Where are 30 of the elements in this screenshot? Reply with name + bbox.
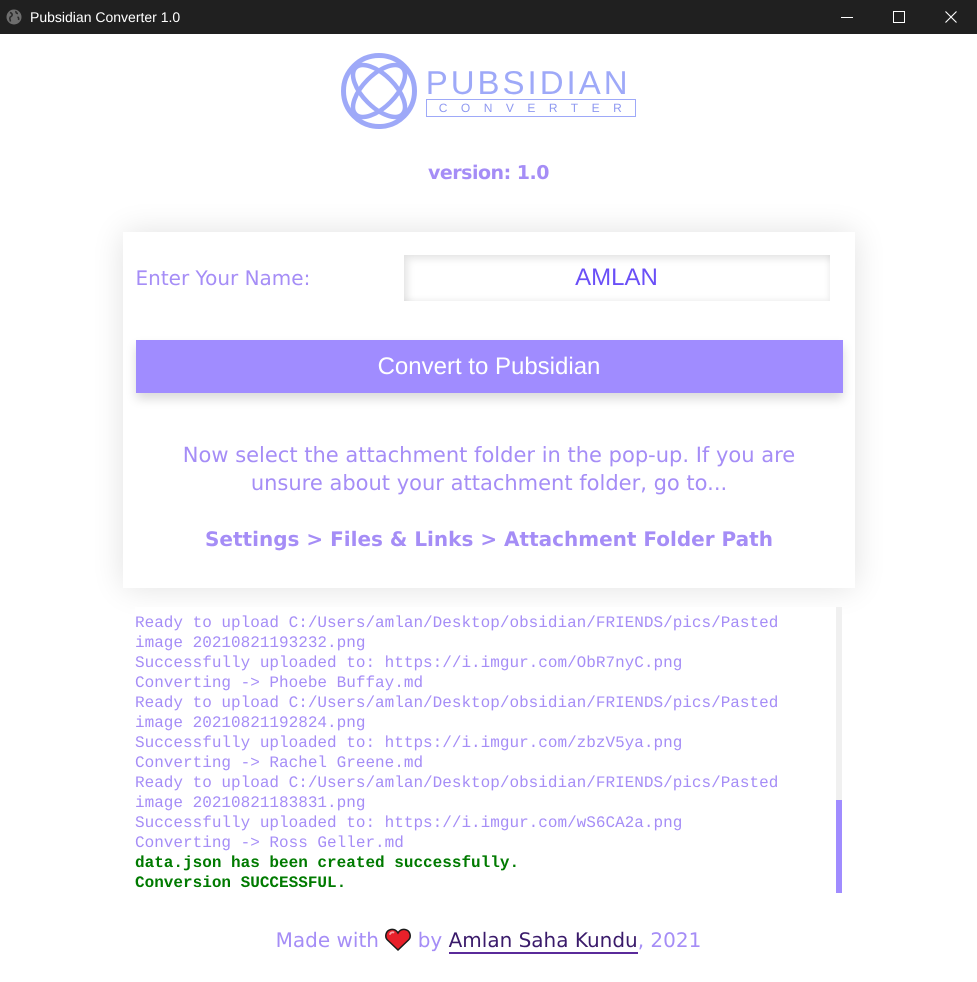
log-line: Conversion SUCCESSFUL. bbox=[135, 873, 348, 893]
log-line: data.json has been created successfully. bbox=[135, 853, 520, 873]
log-line: Converting -> Phoebe Buffay.md bbox=[135, 673, 424, 693]
scrollbar-track[interactable] bbox=[836, 607, 842, 893]
log-line: Ready to upload C:/Users/amlan/Desktop/obsidian/FRIENDS/pics/Pasted image 20210821192824.png bbox=[135, 693, 780, 733]
log-line: Ready to upload C:/Users/amlan/Desktop/obsidian/FRIENDS/pics/Pasted image 20210821183831.png bbox=[135, 773, 780, 813]
version-label: version: 1.0 bbox=[428, 161, 549, 186]
scrollbar-thumb[interactable] bbox=[836, 800, 842, 893]
log-line: Ready to upload C:/Users/amlan/Desktop/obsidian/FRIENDS/pics/Pasted image 20210821193232.png bbox=[135, 613, 780, 653]
convert-button[interactable]: Convert to Pubsidian bbox=[136, 340, 842, 393]
log-line: Successfully uploaded to: https://i.imgur.com/wS6CA2a.png bbox=[135, 813, 684, 833]
name-label: Enter Your Name: bbox=[136, 266, 312, 290]
author-link[interactable]: Amlan Saha Kundu bbox=[448, 928, 638, 954]
orbit-globe-icon bbox=[340, 53, 417, 129]
settings-path-text: Settings > Files & Links > Attachment Folder Path bbox=[205, 526, 773, 553]
heart-icon bbox=[385, 928, 412, 951]
log-line: Converting -> Ross Geller.md bbox=[135, 833, 405, 853]
log-line: Converting -> Rachel Greene.md bbox=[135, 753, 424, 773]
globe-icon bbox=[6, 9, 22, 25]
logo-subtitle: CONVERTER bbox=[426, 99, 636, 117]
name-input[interactable]: AMLAN bbox=[404, 255, 830, 301]
maximize-icon bbox=[893, 11, 905, 23]
window-title: Pubsidian Converter 1.0 bbox=[30, 9, 180, 25]
log-line: Successfully uploaded to: https://i.imgur.com/zbzV5ya.png bbox=[135, 733, 684, 753]
close-icon bbox=[945, 11, 957, 23]
logo-title: PUBSIDIAN bbox=[426, 69, 632, 97]
log-line: Successfully uploaded to: https://i.imgur.com/ObR7nyC.png bbox=[135, 653, 684, 673]
instruction-text: Now select the attachment folder in the pop-up. If you are unsure about your attachment folder, go to... bbox=[182, 442, 796, 497]
minimize-icon bbox=[841, 16, 853, 18]
footer-credit: Made with by Amlan Saha Kundu, 2021 bbox=[276, 927, 702, 955]
